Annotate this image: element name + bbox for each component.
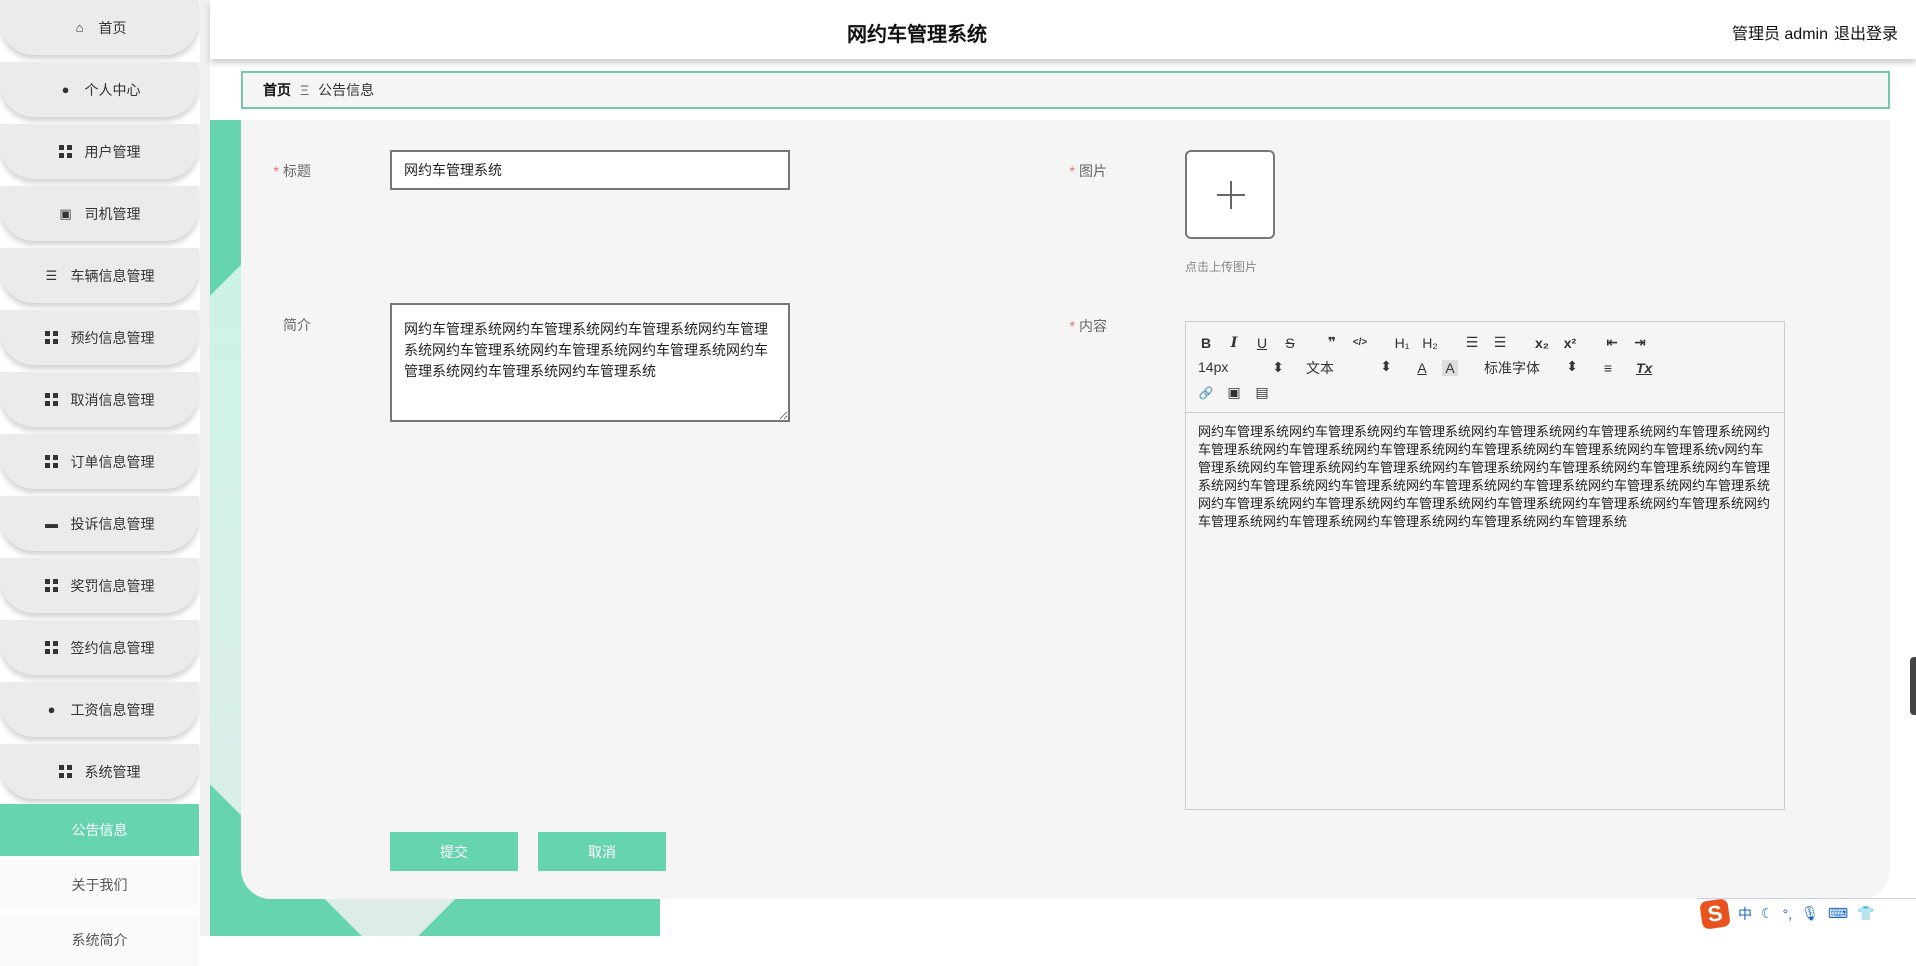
side-panel-handle[interactable] <box>1910 657 1916 715</box>
font-size-select[interactable]: 14px ⬍ <box>1198 359 1284 376</box>
microphone-icon[interactable]: 🎙 <box>1801 905 1819 922</box>
skin-icon[interactable]: 👕 <box>1857 905 1874 922</box>
sidebar-item[interactable]: 预约信息管理 <box>0 310 199 365</box>
sidebar-item-label: 系统管理 <box>84 763 141 780</box>
superscript-button[interactable]: x² <box>1562 335 1578 351</box>
sidebar-scrollbar[interactable] <box>200 0 210 936</box>
sidebar-item[interactable]: 奖罚信息管理 <box>0 558 199 613</box>
moon-icon[interactable]: ☾ <box>1761 905 1774 922</box>
image-button[interactable]: ▣ <box>1226 384 1242 401</box>
sidebar-subitem[interactable]: 关于我们 <box>0 859 199 911</box>
sidebar-item[interactable]: 签约信息管理 <box>0 620 199 675</box>
grid-icon <box>45 455 59 469</box>
sidebar-item[interactable]: ▣ 司机管理 <box>0 186 199 241</box>
sidebar-item[interactable]: ⌂ 首页 <box>0 0 199 55</box>
header-select[interactable]: 文本 ⬍ <box>1306 358 1392 378</box>
sidebar-item-label: 投诉信息管理 <box>70 515 155 532</box>
logout-link[interactable]: 退出登录 <box>1834 26 1898 43</box>
header: 网约车管理系统 管理员 admin 退出登录 <box>210 0 1916 59</box>
sidebar-item-label: 首页 <box>98 19 127 36</box>
title-input[interactable]: 网约车管理系统 <box>390 150 790 190</box>
clipboard-icon: ▣ <box>59 205 72 221</box>
rich-text-editor: B I U S ❞ </> H₁ H₂ ☰ ☰ x₂ x² ⇤ ⇥ 14px ⬍ … <box>1185 321 1785 810</box>
list-icon: ☰ <box>45 267 58 283</box>
editor-toolbar: B I U S ❞ </> H₁ H₂ ☰ ☰ x₂ x² ⇤ ⇥ 14px ⬍ … <box>1186 322 1784 413</box>
breadcrumb: 首页 Ξ 公告信息 <box>241 71 1890 109</box>
text-color-button[interactable]: A <box>1414 360 1430 376</box>
grid-icon <box>45 331 59 345</box>
align-button[interactable]: ≡ <box>1600 360 1616 376</box>
grid-icon <box>59 765 73 779</box>
sidebar-item[interactable]: 订单信息管理 <box>0 434 199 489</box>
outdent-button[interactable]: ⇤ <box>1604 334 1620 351</box>
submit-button[interactable]: 提交 <box>390 832 518 871</box>
h1-button[interactable]: H₁ <box>1394 335 1410 351</box>
video-button[interactable]: ▤ <box>1254 384 1270 401</box>
briefcase-icon: ▬ <box>45 516 58 531</box>
title-label: * 标题 <box>273 163 311 179</box>
sidebar-item-label: 用户管理 <box>84 143 141 160</box>
sidebar-item-label: 订单信息管理 <box>70 453 155 470</box>
bullet-list-button[interactable]: ☰ <box>1492 334 1508 351</box>
ime-toolbar[interactable]: S 中 ☾ °, 🎙 ⌨ 👕 <box>1697 897 1916 930</box>
image-label: * 图片 <box>1069 163 1107 179</box>
indent-button[interactable]: ⇥ <box>1632 334 1648 351</box>
grid-icon <box>45 579 59 593</box>
sidebar-item[interactable]: ☰ 车辆信息管理 <box>0 248 199 303</box>
image-upload-button[interactable] <box>1185 150 1275 239</box>
grid-icon <box>59 145 73 159</box>
bulb-icon: ● <box>47 702 56 717</box>
upload-hint: 点击上传图片 <box>1185 260 1258 274</box>
breadcrumb-separator: Ξ <box>300 82 310 98</box>
italic-button[interactable]: I <box>1226 335 1242 351</box>
app-title: 网约车管理系统 <box>847 24 987 46</box>
ime-logo-icon: S <box>1699 897 1731 930</box>
sidebar-subitem[interactable]: 公告信息 <box>0 804 199 856</box>
editor-content[interactable]: 网约车管理系统网约车管理系统网约车管理系统网约车管理系统网约车管理系统网约车管理… <box>1186 413 1784 541</box>
bold-button[interactable]: B <box>1198 335 1214 351</box>
blockquote-button[interactable]: ❞ <box>1324 334 1340 351</box>
user-label: 管理员 admin <box>1731 26 1828 43</box>
breadcrumb-current: 公告信息 <box>318 82 375 98</box>
breadcrumb-home[interactable]: 首页 <box>263 80 291 100</box>
sidebar-item-label: 预约信息管理 <box>70 329 155 346</box>
ime-language[interactable]: 中 <box>1738 904 1752 924</box>
form-panel: * 标题 网约车管理系统 简介 网约车管理系统网约车管理系统网约车管理系统网约车管… <box>241 120 1890 899</box>
user-icon: ● <box>61 82 70 97</box>
sidebar-item[interactable]: 用户管理 <box>0 124 199 179</box>
cancel-button[interactable]: 取消 <box>538 832 666 871</box>
sidebar-subitem[interactable]: 系统简介 <box>0 914 199 966</box>
intro-textarea[interactable]: 网约车管理系统网约车管理系统网约车管理系统网约车管理系统网约车管理系统网约车管理… <box>390 303 790 422</box>
link-button[interactable]: 🔗 <box>1198 386 1214 400</box>
font-family-select[interactable]: 标准字体 ⬍ <box>1484 358 1578 378</box>
sidebar-item-label: 取消信息管理 <box>70 391 155 408</box>
keyboard-icon[interactable]: ⌨ <box>1828 905 1848 922</box>
intro-label: 简介 <box>283 317 311 333</box>
ordered-list-button[interactable]: ☰ <box>1464 334 1480 351</box>
grid-icon <box>45 641 59 655</box>
sidebar-item-label: 个人中心 <box>84 81 141 98</box>
sidebar-item-label: 车辆信息管理 <box>70 267 155 284</box>
clean-format-button[interactable]: Tx <box>1636 360 1652 376</box>
background-color-button[interactable]: A <box>1442 359 1458 376</box>
punctuation-icon[interactable]: °, <box>1783 906 1793 922</box>
code-button[interactable]: </> <box>1352 337 1368 348</box>
underline-button[interactable]: U <box>1254 335 1270 351</box>
subscript-button[interactable]: x₂ <box>1534 335 1550 351</box>
sidebar-item[interactable]: ● 工资信息管理 <box>0 682 199 737</box>
content-label: * 内容 <box>1069 318 1107 334</box>
sidebar-item[interactable]: 取消信息管理 <box>0 372 199 427</box>
sidebar-item[interactable]: 系统管理 <box>0 744 199 799</box>
sidebar: ⌂ 首页 ● 个人中心用户管理 ▣ 司机管理 ☰ 车辆信息管理 预约信息管理 取消信息管理 订单信息… <box>0 0 200 966</box>
sidebar-item-label: 奖罚信息管理 <box>70 577 155 594</box>
sidebar-item-label: 工资信息管理 <box>70 701 155 718</box>
grid-icon <box>45 393 59 407</box>
sidebar-item[interactable]: ● 个人中心 <box>0 62 199 117</box>
sidebar-item-label: 签约信息管理 <box>70 639 155 656</box>
strike-button[interactable]: S <box>1282 335 1298 351</box>
home-icon: ⌂ <box>75 20 84 35</box>
sidebar-item[interactable]: ▬ 投诉信息管理 <box>0 496 199 551</box>
sidebar-item-label: 司机管理 <box>84 205 141 222</box>
h2-button[interactable]: H₂ <box>1422 335 1438 351</box>
